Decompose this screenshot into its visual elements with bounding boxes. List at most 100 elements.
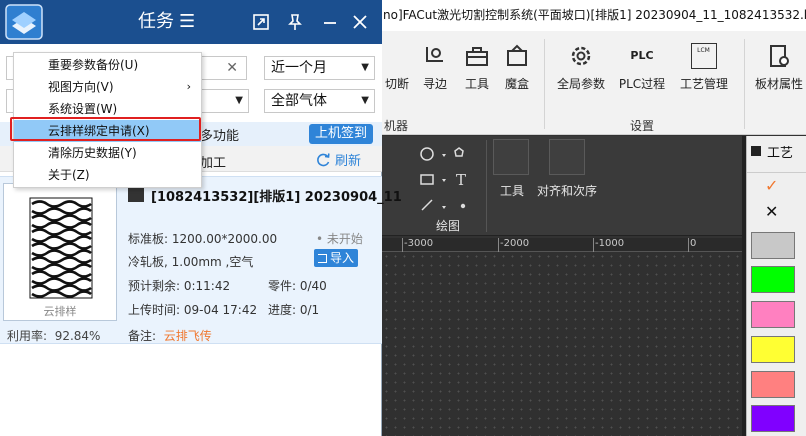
color-swatch[interactable] <box>751 301 795 328</box>
draw-tools-icons: T <box>420 147 466 211</box>
task-card-title: [1082413532][排版1] 20230904_11 <box>151 190 402 205</box>
multi-function-label[interactable]: 多功能 <box>200 125 239 144</box>
check-icon[interactable]: ✓ <box>765 176 778 195</box>
cross-icon[interactable]: ✕ <box>765 202 778 221</box>
time-range-select[interactable]: 近一个月 ▼ <box>264 56 375 80</box>
align-order-label[interactable]: 对齐和次序 <box>537 182 597 199</box>
cut-icon <box>384 43 410 69</box>
process-manage-label: 工艺管理 <box>679 77 728 91</box>
parts-count: 零件: 0/40 <box>268 279 327 293</box>
menu-item-clear-history[interactable]: 清除历史数据(Y) <box>14 142 201 164</box>
progress-value: 进度: 0/1 <box>268 303 320 317</box>
ruler-tick <box>498 238 499 252</box>
resize-icon[interactable] <box>251 12 271 32</box>
tools-dropdown-label[interactable]: 工具 <box>500 182 524 199</box>
ruler-tick <box>402 238 403 252</box>
ruler-label: -1000 <box>595 238 625 249</box>
clear-icon[interactable]: ✕ <box>226 57 238 79</box>
chevron-down-icon: ▼ <box>361 62 369 73</box>
process-panel-title: 工艺 <box>767 146 794 161</box>
refresh-button[interactable]: 刷新 <box>316 150 361 169</box>
menu-item-backup-params[interactable]: 重要参数备份(U) <box>14 54 201 76</box>
draw-group-label: 绘图 <box>436 219 461 233</box>
drawing-canvas[interactable] <box>382 252 742 436</box>
chevron-down-icon <box>442 179 446 182</box>
tools-button[interactable]: 工具 <box>460 39 494 125</box>
ribbon-separator <box>544 39 545 129</box>
lead-label: 寻边 <box>422 77 447 91</box>
material-info: 冷轧板, 1.00mm ,空气 <box>128 255 254 269</box>
color-swatch[interactable] <box>751 405 795 432</box>
import-icon <box>317 254 327 263</box>
ribbon-separator <box>744 39 745 129</box>
draw-tool-panel: T 工具 对齐和次序 绘图 <box>382 136 742 236</box>
status-badge: • 未开始 <box>316 232 363 246</box>
check-in-button[interactable]: 上机签到 <box>309 124 373 144</box>
process-manage-button[interactable]: LCM 工艺管理 <box>676 39 732 125</box>
task-window-title: 任务 <box>138 11 174 32</box>
menu-item-label: 关于(Z) <box>48 168 90 182</box>
chevron-right-icon: › <box>186 80 191 93</box>
app-logo-icon <box>5 4 43 40</box>
menu-item-view-direction[interactable]: 视图方向(V) › <box>14 76 201 98</box>
refresh-label: 刷新 <box>335 154 362 169</box>
global-params-button[interactable]: 全局参数 <box>552 39 610 125</box>
ruler-tick <box>688 238 689 252</box>
ruler-label: 0 <box>690 238 697 249</box>
process-tab[interactable]: 加工 <box>200 152 226 171</box>
board-icon <box>770 45 789 67</box>
upload-time: 上传时间: 09-04 17:42 <box>128 303 258 317</box>
align-box[interactable] <box>549 139 585 175</box>
close-icon[interactable] <box>350 12 370 32</box>
horizontal-ruler: -3000 -2000 -1000 0 <box>382 238 742 252</box>
utilization-rate: 利用率: 92.84% <box>7 329 101 343</box>
chevron-down-icon: ▼ <box>235 95 243 106</box>
highlight-box <box>10 117 201 141</box>
minimize-icon[interactable] <box>320 12 340 32</box>
layer-icon <box>751 146 761 156</box>
color-swatch[interactable] <box>751 371 795 398</box>
process-color-panel: 工艺 ✓ ✕ <box>746 136 806 436</box>
color-swatch[interactable] <box>751 336 795 363</box>
import-button[interactable]: 导入 <box>314 249 358 267</box>
task-titlebar: 任务 ☰ <box>0 0 382 44</box>
color-swatch[interactable] <box>751 266 795 293</box>
board-props-button[interactable]: 板材属性 <box>752 39 806 125</box>
ribbon-toolbar: 切断 寻边 工具 魔盒 全局参数 PLC PLC过程 LCM 工艺管理 板材属性… <box>382 31 806 135</box>
menu-item-about[interactable]: 关于(Z) <box>14 164 201 186</box>
panel-separator <box>486 140 487 232</box>
menu-item-label: 重要参数备份(U) <box>48 58 139 72</box>
tools-label: 工具 <box>464 77 489 91</box>
global-params-label: 全局参数 <box>556 77 605 91</box>
nesting-thumbnail[interactable]: 云排样 <box>3 183 117 321</box>
point-tool-icon <box>460 203 466 209</box>
file-type-icon <box>128 188 144 202</box>
task-card[interactable]: 云排样 利用率: 92.84% [1082413532][排版1] 202309… <box>0 176 402 344</box>
panel-divider <box>747 172 806 173</box>
line-tool-icon <box>421 199 433 211</box>
gas-select[interactable]: 全部气体 ▼ <box>264 89 375 113</box>
cut-button[interactable]: 切断 <box>382 39 412 125</box>
magic-box-button[interactable]: 魔盒 <box>500 39 534 125</box>
cut-label: 切断 <box>384 77 409 91</box>
menu-item-label: 清除历史数据(Y) <box>48 146 137 160</box>
pin-icon[interactable] <box>285 12 305 32</box>
color-swatch[interactable] <box>751 232 795 259</box>
tools-box[interactable] <box>493 139 529 175</box>
remark: 备注: 云排飞传 <box>128 329 212 343</box>
main-app-window: no]FACut激光切割控制系统(平面坡口)[排版1] 20230904_11_… <box>382 0 806 436</box>
ruler-tick <box>593 238 594 252</box>
magic-box-icon <box>507 44 527 66</box>
chevron-down-icon <box>442 206 446 209</box>
cloud-nesting-label: 云排样 <box>43 305 77 318</box>
menu-icon[interactable]: ☰ <box>179 9 195 35</box>
board-props-label: 板材属性 <box>754 77 803 91</box>
ruler-label: -3000 <box>404 238 434 249</box>
process-manage-icon: LCM <box>691 43 717 69</box>
text-tool-icon: T <box>456 171 466 189</box>
lead-button[interactable]: 寻边 <box>418 39 452 125</box>
group-settings-label: 设置 <box>630 119 655 133</box>
remaining-time: 预计剩余: 0:11:42 <box>128 279 231 293</box>
plc-process-button[interactable]: PLC PLC过程 <box>616 39 668 125</box>
plc-process-label: PLC过程 <box>618 77 666 91</box>
